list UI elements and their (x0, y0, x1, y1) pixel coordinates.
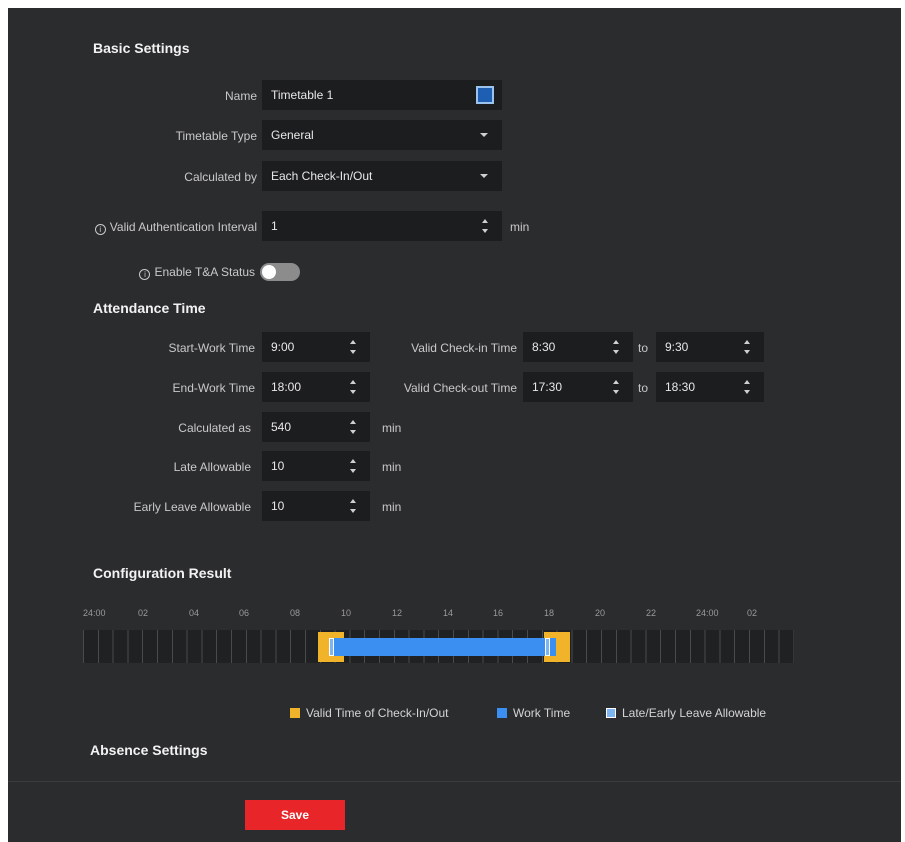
timeline-tick-label: 20 (595, 608, 606, 618)
valid-auth-interval-text: Valid Authentication Interval (109, 220, 257, 234)
early-leave-allowable-label: Early Leave Allowable (133, 500, 251, 514)
timeline-tick-label: 22 (646, 608, 657, 618)
legend-valid-swatch (290, 708, 300, 718)
legend-work-swatch (497, 708, 507, 718)
spinner-arrows-icon[interactable] (744, 380, 750, 394)
spinner-arrows-icon[interactable] (350, 499, 356, 513)
checkin-to-label: to (638, 341, 649, 355)
timetable-type-select[interactable]: General (262, 120, 502, 150)
calculated-by-value: Each Check-In/Out (271, 169, 373, 183)
calculated-as-input[interactable] (271, 420, 351, 434)
work-time-segment (332, 638, 556, 656)
save-button[interactable]: Save (245, 800, 345, 830)
calculated-as-unit: min (382, 421, 402, 435)
legend-late-early: Late/Early Leave Allowable (606, 706, 766, 720)
checkin-to-input[interactable] (665, 340, 745, 354)
legend-late-swatch (606, 708, 616, 718)
late-allowable-field[interactable] (262, 451, 370, 481)
timetable-type-value: General (271, 128, 314, 142)
early-leave-allowable-field[interactable] (262, 491, 370, 521)
chevron-down-icon (480, 133, 488, 137)
timetable-color-swatch[interactable] (476, 86, 494, 104)
checkout-from-field[interactable] (523, 372, 633, 402)
configuration-timeline: 24:00 02 04 06 08 10 12 14 16 18 20 22 24:00 02 (83, 602, 794, 663)
configuration-result-title: Configuration Result (93, 565, 232, 581)
spinner-arrows-icon[interactable] (613, 340, 619, 354)
start-work-time-input[interactable] (271, 340, 351, 354)
timeline-tick-label: 12 (392, 608, 403, 618)
name-input[interactable] (271, 88, 456, 102)
calculated-as-label: Calculated as (178, 421, 251, 435)
start-work-time-field[interactable] (262, 332, 370, 362)
valid-auth-interval-field[interactable] (262, 211, 502, 241)
start-work-time-label: Start-Work Time (168, 341, 255, 355)
checkin-from-field[interactable] (523, 332, 633, 362)
early-leave-allowable-unit: min (382, 500, 402, 514)
spinner-arrows-icon[interactable] (350, 380, 356, 394)
toggle-knob (262, 265, 276, 279)
legend-work-time: Work Time (497, 706, 570, 720)
timeline-tick-label: 04 (189, 608, 200, 618)
checkout-to-input[interactable] (665, 380, 745, 394)
legend-work-text: Work Time (513, 706, 571, 720)
calculated-by-label: Calculated by (184, 170, 257, 184)
spinner-arrows-icon[interactable] (350, 459, 356, 473)
end-work-time-input[interactable] (271, 380, 351, 394)
absence-settings-title[interactable]: Absence Settings (90, 742, 207, 758)
name-field[interactable] (262, 80, 502, 110)
attendance-time-title: Attendance Time (93, 300, 206, 316)
calculated-as-field[interactable] (262, 412, 370, 442)
spinner-arrows-icon[interactable] (350, 340, 356, 354)
valid-auth-interval-label: i Valid Authentication Interval (8, 220, 257, 235)
checkout-from-input[interactable] (532, 380, 613, 394)
end-work-time-label: End-Work Time (172, 381, 255, 395)
enable-ta-status-text: Enable T&A Status (154, 265, 255, 279)
timeline-tick-label: 08 (290, 608, 301, 618)
spinner-arrows-icon[interactable] (744, 340, 750, 354)
late-allowable-unit: min (382, 460, 402, 474)
timeline-tick-label: 18 (544, 608, 555, 618)
timeline-tick-label: 10 (341, 608, 352, 618)
spinner-arrows-icon[interactable] (613, 380, 619, 394)
calculated-by-select[interactable]: Each Check-In/Out (262, 161, 502, 191)
valid-auth-interval-unit: min (510, 220, 530, 234)
footer-bar (8, 781, 901, 842)
enable-ta-status-toggle[interactable] (260, 263, 300, 281)
checkout-to-field[interactable] (656, 372, 764, 402)
info-icon[interactable]: i (94, 224, 106, 235)
basic-settings-title: Basic Settings (93, 40, 190, 56)
timeline-tick-label: 02 (747, 608, 758, 618)
checkout-to-label: to (638, 381, 649, 395)
chevron-down-icon (480, 174, 488, 178)
early-leave-allowable-input[interactable] (271, 499, 351, 513)
legend-valid-text: Valid Time of Check-In/Out (306, 706, 449, 720)
legend-late-text: Late/Early Leave Allowable (622, 706, 767, 720)
end-work-time-field[interactable] (262, 372, 370, 402)
checkin-to-field[interactable] (656, 332, 764, 362)
timeline-tick-label: 14 (443, 608, 454, 618)
timeline-tick-label: 24:00 (83, 608, 106, 618)
timeline-tick-label: 16 (493, 608, 504, 618)
valid-auth-interval-input[interactable] (271, 219, 456, 233)
timetable-settings-panel: Basic Settings Name Timetable Type Gener… (8, 8, 901, 781)
late-allowable-segment (329, 638, 334, 656)
legend-valid-time: Valid Time of Check-In/Out (290, 706, 449, 720)
spinner-arrows-icon[interactable] (350, 420, 356, 434)
timeline-tick-label: 02 (138, 608, 149, 618)
early-leave-allowable-segment (545, 638, 550, 656)
late-allowable-input[interactable] (271, 459, 351, 473)
valid-checkin-time-label: Valid Check-in Time (411, 341, 517, 355)
timetable-type-label: Timetable Type (175, 129, 257, 143)
checkin-from-input[interactable] (532, 340, 613, 354)
enable-ta-status-label: i Enable T&A Status (8, 265, 255, 280)
info-icon[interactable]: i (139, 269, 151, 280)
timeline-tick-label: 24:00 (696, 608, 719, 618)
name-label: Name (224, 89, 257, 103)
spinner-arrows-icon[interactable] (482, 219, 488, 233)
valid-checkout-time-label: Valid Check-out Time (403, 381, 517, 395)
timeline-tick-label: 06 (239, 608, 250, 618)
late-allowable-label: Late Allowable (173, 460, 251, 474)
